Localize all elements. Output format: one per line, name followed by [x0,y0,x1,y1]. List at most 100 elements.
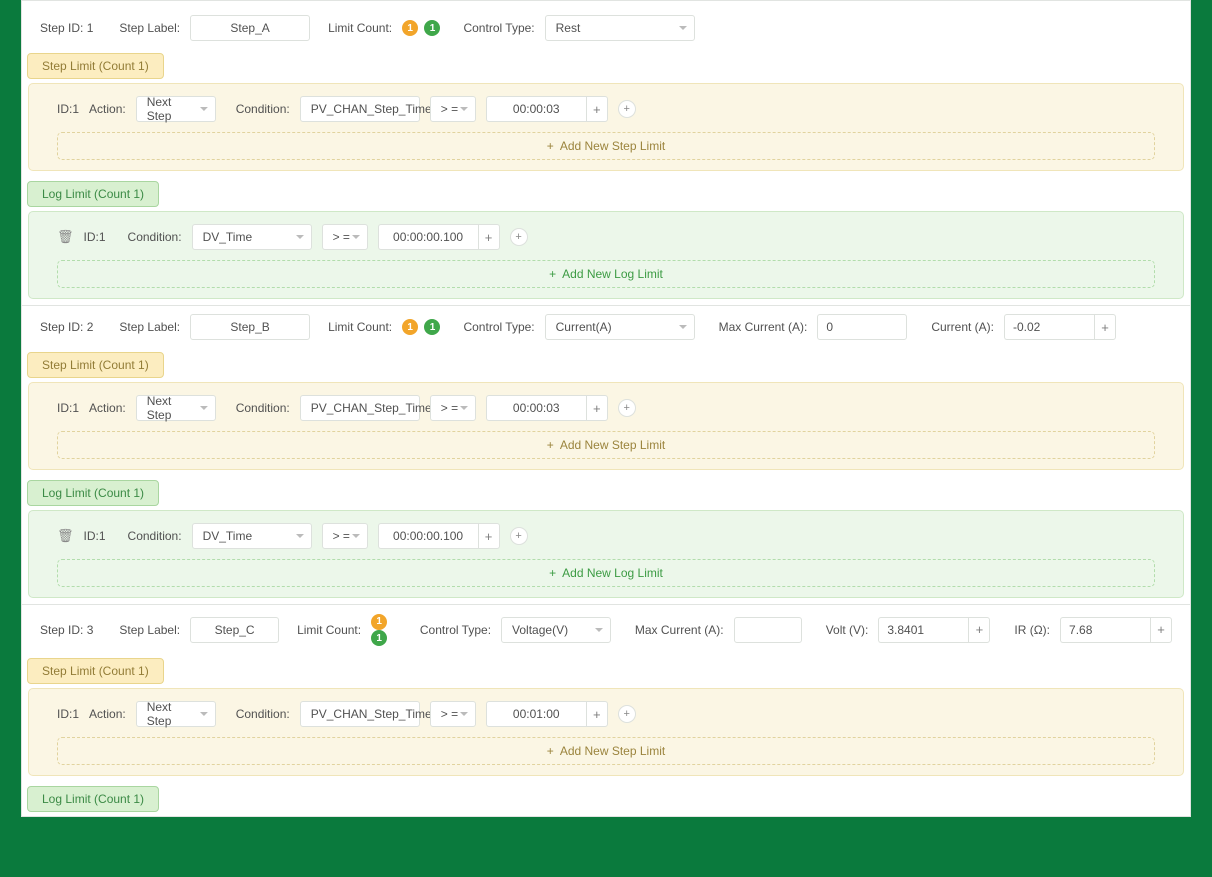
increment-button[interactable]: + [586,96,608,122]
number-input[interactable]: 00:00:00.100 + [378,523,500,549]
select-value: > = [441,707,458,721]
number-input[interactable]: 00:00:03 + [486,96,608,122]
row-id: ID:1 [84,529,106,543]
select[interactable]: Next Step [136,395,216,421]
row-id: ID:1 [57,707,79,721]
add-row-icon[interactable]: + [618,399,636,417]
number-input[interactable]: 3.8401 + [878,617,990,643]
step-limit-badge: 1 [402,319,418,335]
number-input[interactable]: 00:00:00.100 + [378,224,500,250]
increment-button[interactable]: + [1094,314,1116,340]
select[interactable]: DV_Time [192,523,312,549]
increment-button[interactable]: + [586,701,608,727]
trash-icon[interactable]: 🗑 [57,229,74,245]
step-limit-tab[interactable]: Step Limit (Count 1) [27,53,164,79]
plus-icon: + [549,566,556,580]
log-limit-panel: 🗑 ID:1 Condition: DV_Time > = 00:00:00.1… [28,211,1184,299]
select-value: DV_Time [203,230,253,244]
plus-icon: + [547,744,554,758]
plus-icon: + [547,139,554,153]
number-input[interactable]: 00:01:00 + [486,701,608,727]
field-label: Current (A): [931,320,994,334]
add-row-icon[interactable]: + [510,527,528,545]
field-label: Max Current (A): [635,623,724,637]
limit-count-label: Limit Count: [328,21,392,35]
select[interactable]: > = [322,523,368,549]
add-row-icon[interactable]: + [618,100,636,118]
select[interactable]: Current(A) [545,314,695,340]
select-value: Rest [556,21,581,35]
select-value: DV_Time [203,529,253,543]
condition-label: Condition: [128,529,182,543]
select-value: > = [333,529,350,543]
select[interactable]: Rest [545,15,695,41]
add-log-limit-button[interactable]: +Add New Log Limit [57,260,1155,288]
step-limit-panel: ID:1 Action: Next Step Condition: PV_CHA… [28,688,1184,776]
text-input[interactable]: Step_B [190,314,310,340]
increment-button[interactable]: + [478,523,500,549]
log-limit-panel: 🗑 ID:1 Condition: DV_Time > = 00:00:00.1… [28,510,1184,598]
log-limit-tab[interactable]: Log Limit (Count 1) [27,181,159,207]
step-label-label: Step Label: [119,623,180,637]
select[interactable]: Next Step [136,96,216,122]
log-limit-tab[interactable]: Log Limit (Count 1) [27,786,159,812]
action-label: Action: [89,102,126,116]
step-limit-row: ID:1 Action: Next Step Condition: PV_CHA… [39,92,1173,126]
select[interactable]: > = [322,224,368,250]
select[interactable]: PV_CHAN_Step_Time [300,96,420,122]
plus-icon: + [549,267,556,281]
select[interactable]: > = [430,395,476,421]
add-step-limit-button[interactable]: +Add New Step Limit [57,132,1155,160]
test-steps-editor: Step ID: 1 Step Label: Step_A Limit Coun… [21,0,1191,817]
condition-label: Condition: [236,707,290,721]
number-input[interactable]: -0.02 + [1004,314,1116,340]
field-label: Volt (V): [826,623,869,637]
increment-button[interactable]: + [586,395,608,421]
step-block: Step ID: 1 Step Label: Step_A Limit Coun… [22,7,1190,306]
condition-label: Condition: [236,102,290,116]
step-limit-panel: ID:1 Action: Next Step Condition: PV_CHA… [28,83,1184,171]
add-row-icon[interactable]: + [510,228,528,246]
increment-button[interactable]: + [968,617,990,643]
select[interactable]: DV_Time [192,224,312,250]
select-value: > = [441,401,458,415]
text-input[interactable]: 0 [817,314,907,340]
condition-label: Condition: [128,230,182,244]
text-input[interactable]: Step_A [190,15,310,41]
increment-button[interactable]: + [478,224,500,250]
increment-button[interactable]: + [1150,617,1172,643]
add-row-icon[interactable]: + [618,705,636,723]
text-input[interactable]: Step_C [190,617,279,643]
control-type-label: Control Type: [420,623,491,637]
step-limit-badge: 1 [371,614,387,630]
number-input[interactable]: 00:00:03 + [486,395,608,421]
select-value: > = [441,102,458,116]
select-value: PV_CHAN_Step_Time [311,707,432,721]
select[interactable]: PV_CHAN_Step_Time [300,395,420,421]
select[interactable]: Voltage(V) [501,617,611,643]
select[interactable]: > = [430,701,476,727]
select[interactable]: PV_CHAN_Step_Time [300,701,420,727]
limit-count-label: Limit Count: [297,623,361,637]
control-type-label: Control Type: [463,21,534,35]
select-value: > = [333,230,350,244]
add-step-limit-button[interactable]: +Add New Step Limit [57,737,1155,765]
action-label: Action: [89,707,126,721]
trash-icon[interactable]: 🗑 [57,528,74,544]
log-limit-badge: 1 [371,630,387,646]
add-log-limit-button[interactable]: +Add New Log Limit [57,559,1155,587]
plus-icon: + [547,438,554,452]
step-id-label: Step ID: 1 [40,21,93,35]
select[interactable]: Next Step [136,701,216,727]
step-block: Step ID: 3 Step Label: Step_C Limit Coun… [22,605,1190,812]
add-step-limit-button[interactable]: +Add New Step Limit [57,431,1155,459]
step-limit-tab[interactable]: Step Limit (Count 1) [27,352,164,378]
condition-label: Condition: [236,401,290,415]
step-limit-badge: 1 [402,20,418,36]
log-limit-tab[interactable]: Log Limit (Count 1) [27,480,159,506]
select[interactable]: > = [430,96,476,122]
number-input[interactable]: 7.68 + [1060,617,1172,643]
step-limit-tab[interactable]: Step Limit (Count 1) [27,658,164,684]
step-block: Step ID: 2 Step Label: Step_B Limit Coun… [22,306,1190,605]
text-input[interactable] [734,617,802,643]
